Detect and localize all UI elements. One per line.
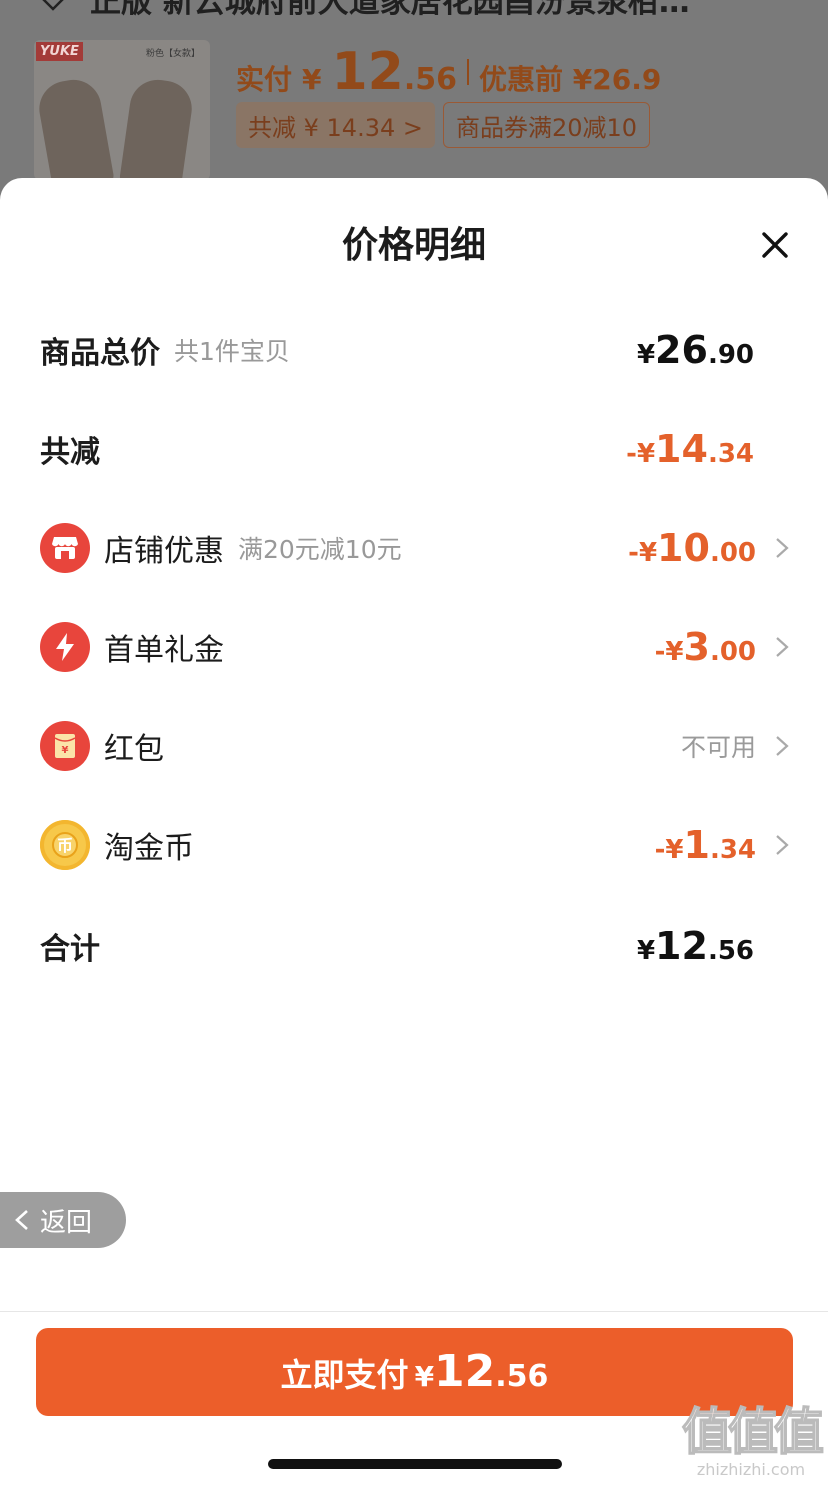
lightning-icon (40, 622, 90, 672)
back-button[interactable]: 返回 (0, 1192, 126, 1248)
red-packet-status: 不可用 (680, 733, 756, 762)
amount-dec: .00 (709, 538, 756, 568)
sheet-title: 价格明细 (341, 225, 486, 266)
back-label: 返回 (40, 1207, 93, 1238)
heart-icon (42, 0, 64, 11)
currency: -¥ (654, 835, 684, 865)
shop-discount-rule: 满20元减10元 (238, 535, 402, 564)
pay-amount-dec: .56 (495, 1359, 549, 1394)
shop-discount-label: 店铺优惠 (104, 534, 224, 569)
product-title: 正版 新云城府前大道家居花园昌汾景泉栢… (90, 0, 690, 20)
svg-text:币: 币 (57, 836, 73, 855)
row-taojinbi[interactable]: 币 淘金币 -¥ 1 .34 (40, 815, 790, 875)
promo-tags: 共减 ¥ 14.34 > 商品券满20减10 (236, 102, 651, 148)
footer-divider (0, 1311, 828, 1312)
row-sum: 合计 ¥ 12 .56 (40, 916, 790, 976)
row-shop-discount[interactable]: 店铺优惠 满20元减10元 -¥ 10 .00 (40, 518, 790, 578)
red-packet-label: 红包 (104, 732, 164, 767)
watermark-logo: 值值值 (681, 1403, 825, 1461)
pay-label: 立即支付 (280, 1356, 409, 1394)
row-first-order-gift[interactable]: 首单礼金 -¥ 3 .00 (40, 617, 790, 677)
currency: ¥ (636, 936, 656, 966)
glove-image (118, 76, 196, 180)
total-price-label: 商品总价 (40, 336, 160, 371)
currency: -¥ (628, 538, 658, 568)
amount-int: 1 (683, 823, 710, 867)
currency: -¥ (626, 439, 656, 469)
product-thumbnail: YUKE 粉色【女款】 (34, 40, 210, 180)
coupon-tag[interactable]: 商品券满20减10 (442, 102, 651, 148)
original-price: 优惠前 ¥26.9 (479, 63, 662, 96)
row-total-price: 商品总价 共1件宝贝 ¥ 26 .90 (40, 320, 790, 380)
chevron-left-icon (15, 1210, 28, 1230)
amount-int: 10 (657, 526, 710, 570)
home-indicator[interactable] (268, 1459, 562, 1469)
currency: ¥ (636, 340, 656, 370)
watermark: 值值值 zhizhizhi.com (676, 1403, 826, 1479)
pay-currency: ¥ (414, 1360, 435, 1393)
amount-dec: .34 (707, 439, 754, 469)
discount-tag[interactable]: 共减 ¥ 14.34 > (236, 102, 435, 148)
sum-value: ¥ 12 .56 (637, 924, 754, 968)
chevron-right-icon (776, 835, 789, 855)
row-total-discount: 共减 -¥ 14 .34 (40, 419, 790, 479)
brand-logo: YUKE (36, 42, 83, 61)
chevron-right-icon (776, 637, 789, 657)
background-page: 正版 新云城府前大道家居花园昌汾景泉栢… YUKE 粉色【女款】 实付 ¥ 12… (0, 0, 828, 200)
total-discount-value: -¥ 14 .34 (626, 427, 754, 471)
price-currency: ¥ (302, 63, 322, 96)
total-price-value: ¥ 26 .90 (637, 328, 754, 372)
taojinbi-label: 淘金币 (104, 831, 194, 866)
red-packet-icon: ¥ (40, 721, 90, 771)
item-count: 共1件宝贝 (174, 337, 290, 366)
amount-int: 26 (655, 328, 708, 372)
shop-icon (40, 523, 90, 573)
price-amount: 12 .56 (332, 42, 458, 102)
price-separator (467, 59, 470, 85)
product-price-row: 实付 ¥ 12 .56 优惠前 ¥26.9 (236, 42, 661, 102)
product-title-row: 正版 新云城府前大道家居花园昌汾景泉栢… (38, 0, 690, 20)
first-order-gift-label: 首单礼金 (104, 633, 224, 668)
chevron-right-icon (776, 538, 789, 558)
shop-discount-value: -¥ 10 .00 (628, 526, 756, 570)
chevron-right-icon (776, 736, 789, 756)
amount-int: 12 (655, 924, 708, 968)
pay-now-button[interactable]: 立即支付 ¥ 12 .56 (36, 1328, 793, 1416)
glove-image (34, 75, 116, 180)
row-red-packet[interactable]: ¥ 红包 不可用 (40, 716, 790, 776)
currency: -¥ (654, 637, 684, 667)
sum-label: 合计 (40, 932, 100, 967)
amount-int: 14 (655, 427, 708, 471)
close-icon[interactable] (756, 226, 794, 264)
price-label: 实付 (236, 63, 293, 96)
amount-dec: .34 (709, 835, 756, 865)
price-detail-sheet: 价格明细 商品总价 共1件宝贝 ¥ 26 .90 共减 -¥ 14 .34 店铺… (0, 178, 828, 1487)
coin-icon: 币 (40, 820, 90, 870)
price-int: 12 (331, 42, 404, 102)
amount-int: 3 (683, 625, 710, 669)
pay-amount-int: 12 (434, 1346, 496, 1397)
taojinbi-value: -¥ 1 .34 (655, 823, 756, 867)
price-dec: .56 (403, 62, 458, 97)
first-order-gift-value: -¥ 3 .00 (655, 625, 756, 669)
svg-text:¥: ¥ (62, 745, 69, 756)
total-discount-label: 共减 (40, 435, 100, 470)
thumb-label: 粉色【女款】 (146, 49, 201, 59)
amount-dec: .90 (707, 340, 754, 370)
amount-dec: .00 (709, 637, 756, 667)
amount-dec: .56 (707, 936, 754, 966)
watermark-url: zhizhizhi.com (696, 1460, 806, 1479)
